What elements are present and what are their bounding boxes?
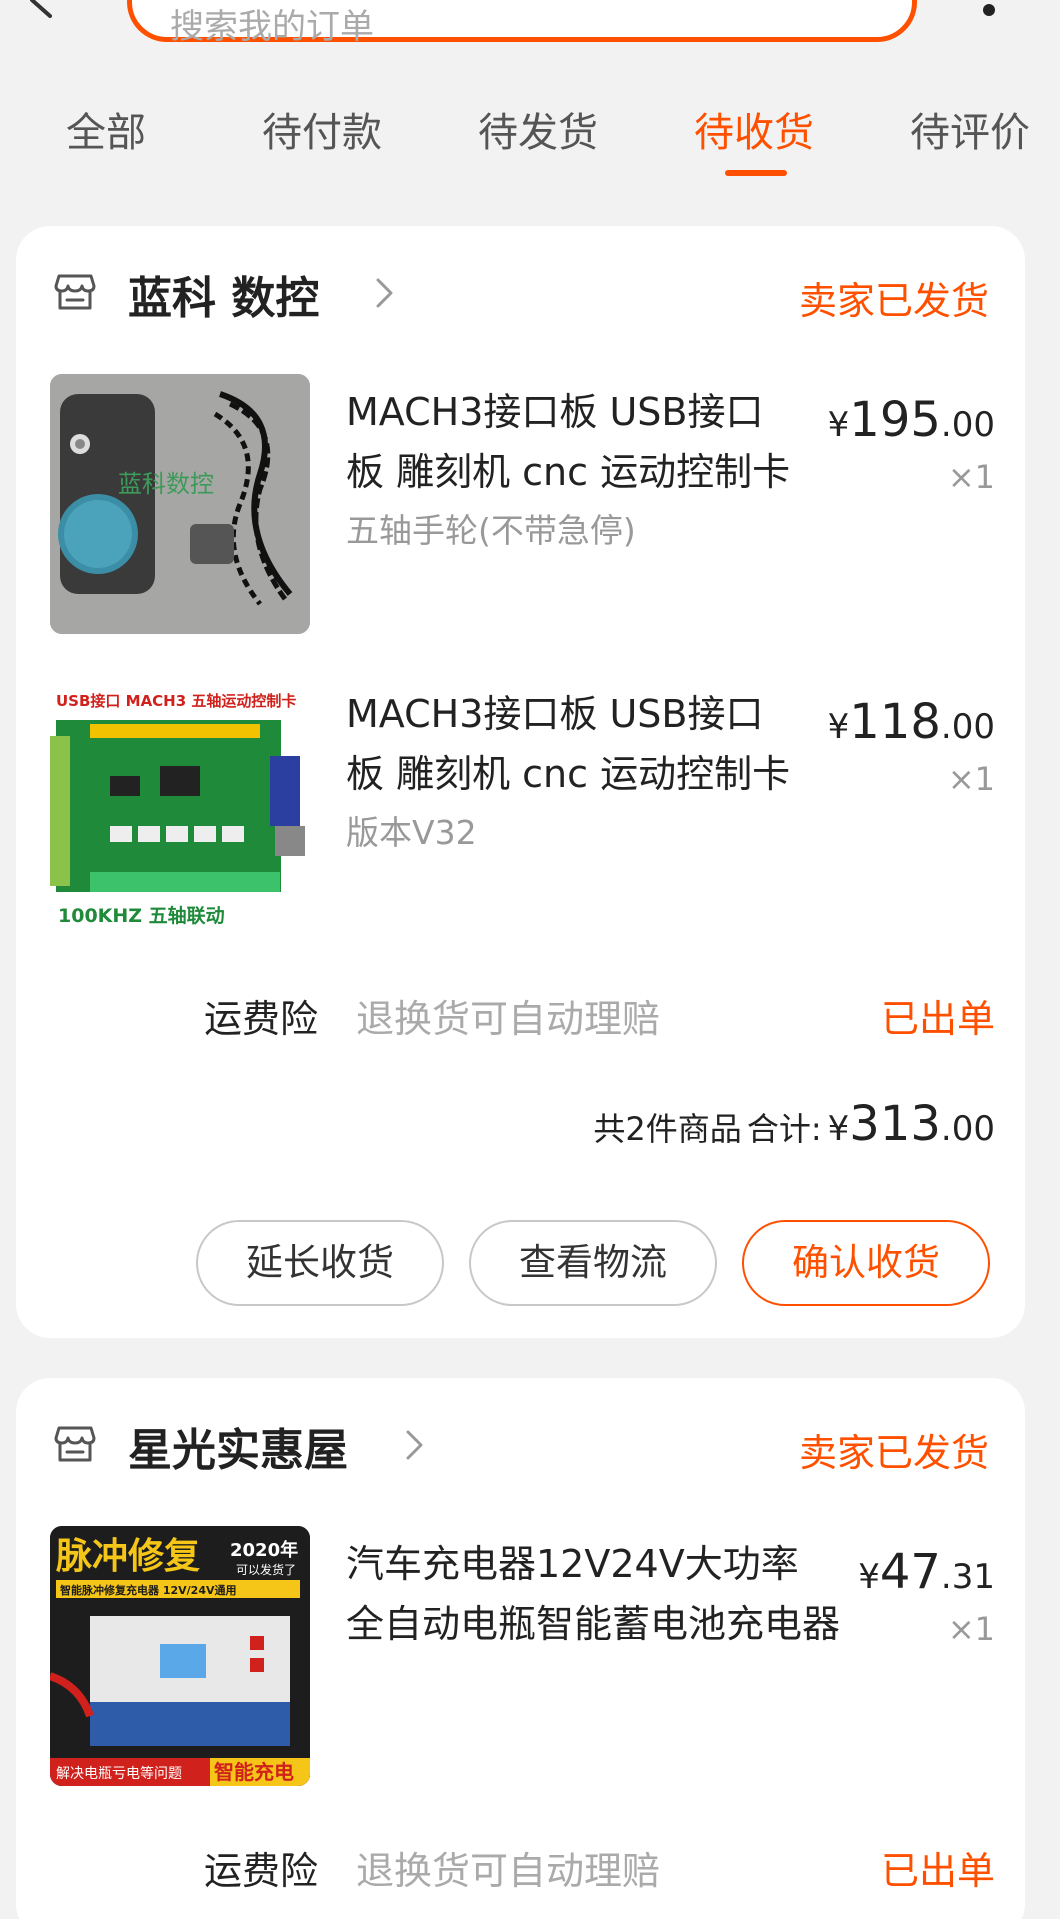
extend-receipt-button[interactable]: 延长收货 — [196, 1220, 444, 1306]
shop-header[interactable]: 星光实惠屋 卖家已发货 — [16, 1378, 1025, 1508]
order-item[interactable]: 蓝科数控 MACH3接口板 USB接口 板 雕刻机 cnc 运动控制卡 五轴手轮… — [16, 374, 1025, 664]
shop-header[interactable]: 蓝科 数控 卖家已发货 — [16, 226, 1025, 356]
thumb-top-text: USB接口 MACH3 五轴运动控制卡 — [56, 692, 296, 710]
thumb-year-subtext: 可以发货了 — [236, 1562, 296, 1577]
controller-board-image: USB接口 MACH3 五轴运动控制卡 100KHZ 五轴联动 — [50, 676, 310, 936]
insurance-label: 运费险 — [204, 1849, 319, 1893]
product-title[interactable]: MACH3接口板 USB接口 板 雕刻机 cnc 运动控制卡 — [346, 382, 826, 502]
top-bar: 搜索我的订单 — [0, 0, 1060, 60]
product-title-line1: 汽车充电器12V24V大功率 — [346, 1542, 799, 1586]
shop-name[interactable]: 蓝科 数控 — [128, 262, 319, 326]
chevron-right-icon — [406, 1430, 423, 1460]
thumb-title-text: 脉冲修复 — [56, 1535, 200, 1577]
product-quantity: ×1 — [947, 760, 995, 798]
order-status: 卖家已发货 — [798, 279, 989, 323]
price-decimal: .00 — [940, 405, 995, 445]
shipping-insurance-row[interactable]: 运费险 退换货可自动理赔 已出单 — [16, 1840, 1025, 1900]
handwheel-image: 蓝科数控 — [50, 374, 310, 634]
active-tab-indicator — [725, 170, 787, 176]
back-arrow-icon[interactable] — [22, 0, 62, 20]
product-thumbnail[interactable]: 蓝科数控 — [50, 374, 310, 634]
price-integer: 195 — [849, 392, 941, 448]
thumb-band-text: 智能脉冲修复充电器 12V/24V通用 — [60, 1583, 237, 1597]
shop-name[interactable]: 星光实惠屋 — [128, 1414, 348, 1478]
product-sku: 版本V32 — [346, 813, 477, 852]
insurance-label: 运费险 — [204, 997, 319, 1041]
order-card: 星光实惠屋 卖家已发货 脉冲修复 2020年 可以发货了 智能脉冲修复充电器 1… — [16, 1378, 1025, 1919]
thumb-bottom-right-text: 智能充电 — [214, 1760, 294, 1784]
product-title[interactable]: MACH3接口板 USB接口 板 雕刻机 cnc 运动控制卡 — [346, 684, 826, 804]
confirm-receipt-button[interactable]: 确认收货 — [742, 1220, 990, 1306]
search-input[interactable]: 搜索我的订单 — [127, 0, 917, 47]
item-count: 共2件商品 — [593, 1110, 742, 1148]
battery-charger-image: 脉冲修复 2020年 可以发货了 智能脉冲修复充电器 12V/24V通用 解决电… — [50, 1526, 310, 1786]
order-status: 卖家已发货 — [798, 1431, 989, 1475]
product-title-line1: MACH3接口板 USB接口 — [346, 390, 764, 434]
product-price: ¥47.31 — [858, 1544, 995, 1600]
product-title-line2: 板 雕刻机 cnc 运动控制卡 — [346, 450, 791, 494]
insurance-status: 已出单 — [880, 1849, 995, 1893]
tab-pending-shipment[interactable]: 待发货 — [478, 100, 598, 158]
order-item[interactable]: 脉冲修复 2020年 可以发货了 智能脉冲修复充电器 12V/24V通用 解决电… — [16, 1526, 1025, 1816]
product-quantity: ×1 — [947, 458, 995, 496]
tab-pending-review[interactable]: 待评价 — [910, 100, 1030, 158]
price-currency: ¥ — [827, 707, 850, 747]
total-decimal: .00 — [940, 1109, 995, 1149]
thumb-watermark: 蓝科数控 — [118, 470, 214, 498]
product-sku: 五轴手轮(不带急停) — [346, 511, 636, 550]
thumb-bottom-left-text: 解决电瓶亏电等问题 — [56, 1765, 182, 1782]
total-currency: ¥ — [827, 1109, 850, 1149]
thumb-bottom-text: 100KHZ 五轴联动 — [58, 904, 225, 927]
order-item[interactable]: USB接口 MACH3 五轴运动控制卡 100KHZ 五轴联动 MACH3接口板… — [16, 676, 1025, 966]
view-logistics-button[interactable]: 查看物流 — [469, 1220, 717, 1306]
price-decimal: .00 — [940, 707, 995, 747]
store-icon — [54, 274, 96, 310]
tab-all[interactable]: 全部 — [66, 100, 146, 158]
product-thumbnail[interactable]: USB接口 MACH3 五轴运动控制卡 100KHZ 五轴联动 — [50, 676, 310, 936]
order-card: 蓝科 数控 卖家已发货 蓝科数控 MACH3接口板 USB接口 板 雕刻机 cn… — [16, 226, 1025, 1338]
product-title-line1: MACH3接口板 USB接口 — [346, 692, 764, 736]
product-title-line2: 板 雕刻机 cnc 运动控制卡 — [346, 752, 791, 796]
product-price: ¥118.00 — [828, 694, 995, 750]
total-integer: 313 — [849, 1096, 941, 1152]
thumb-year-text: 2020年 — [230, 1539, 298, 1561]
order-tabs: 全部 待付款 待发货 待收货 待评价 — [0, 100, 1060, 180]
price-decimal: .31 — [940, 1557, 995, 1597]
store-icon — [54, 1426, 96, 1462]
tab-pending-payment[interactable]: 待付款 — [262, 100, 382, 158]
price-currency: ¥ — [858, 1557, 880, 1597]
search-placeholder: 搜索我的订单 — [170, 7, 374, 47]
product-thumbnail[interactable]: 脉冲修复 2020年 可以发货了 智能脉冲修复充电器 12V/24V通用 解决电… — [50, 1526, 310, 1786]
tab-pending-receipt[interactable]: 待收货 — [694, 100, 814, 158]
price-currency: ¥ — [827, 405, 850, 445]
product-title[interactable]: 汽车充电器12V24V大功率 全自动电瓶智能蓄电池充电器 — [346, 1534, 846, 1654]
insurance-status: 已出单 — [880, 997, 995, 1041]
insurance-description: 退换货可自动理赔 — [356, 997, 661, 1041]
insurance-description: 退换货可自动理赔 — [356, 1849, 661, 1893]
product-quantity: ×1 — [947, 1610, 995, 1648]
shipping-insurance-row[interactable]: 运费险 退换货可自动理赔 已出单 — [16, 988, 1025, 1048]
chevron-right-icon — [376, 278, 393, 308]
price-integer: 118 — [849, 694, 941, 750]
price-integer: 47 — [879, 1544, 941, 1600]
product-title-line2: 全自动电瓶智能蓄电池充电器 — [346, 1602, 841, 1646]
total-label: 合计: — [746, 1110, 822, 1148]
order-total: 共2件商品 合计: ¥313.00 — [593, 1096, 995, 1152]
product-price: ¥195.00 — [828, 392, 995, 448]
more-menu-icon[interactable] — [983, 4, 995, 16]
